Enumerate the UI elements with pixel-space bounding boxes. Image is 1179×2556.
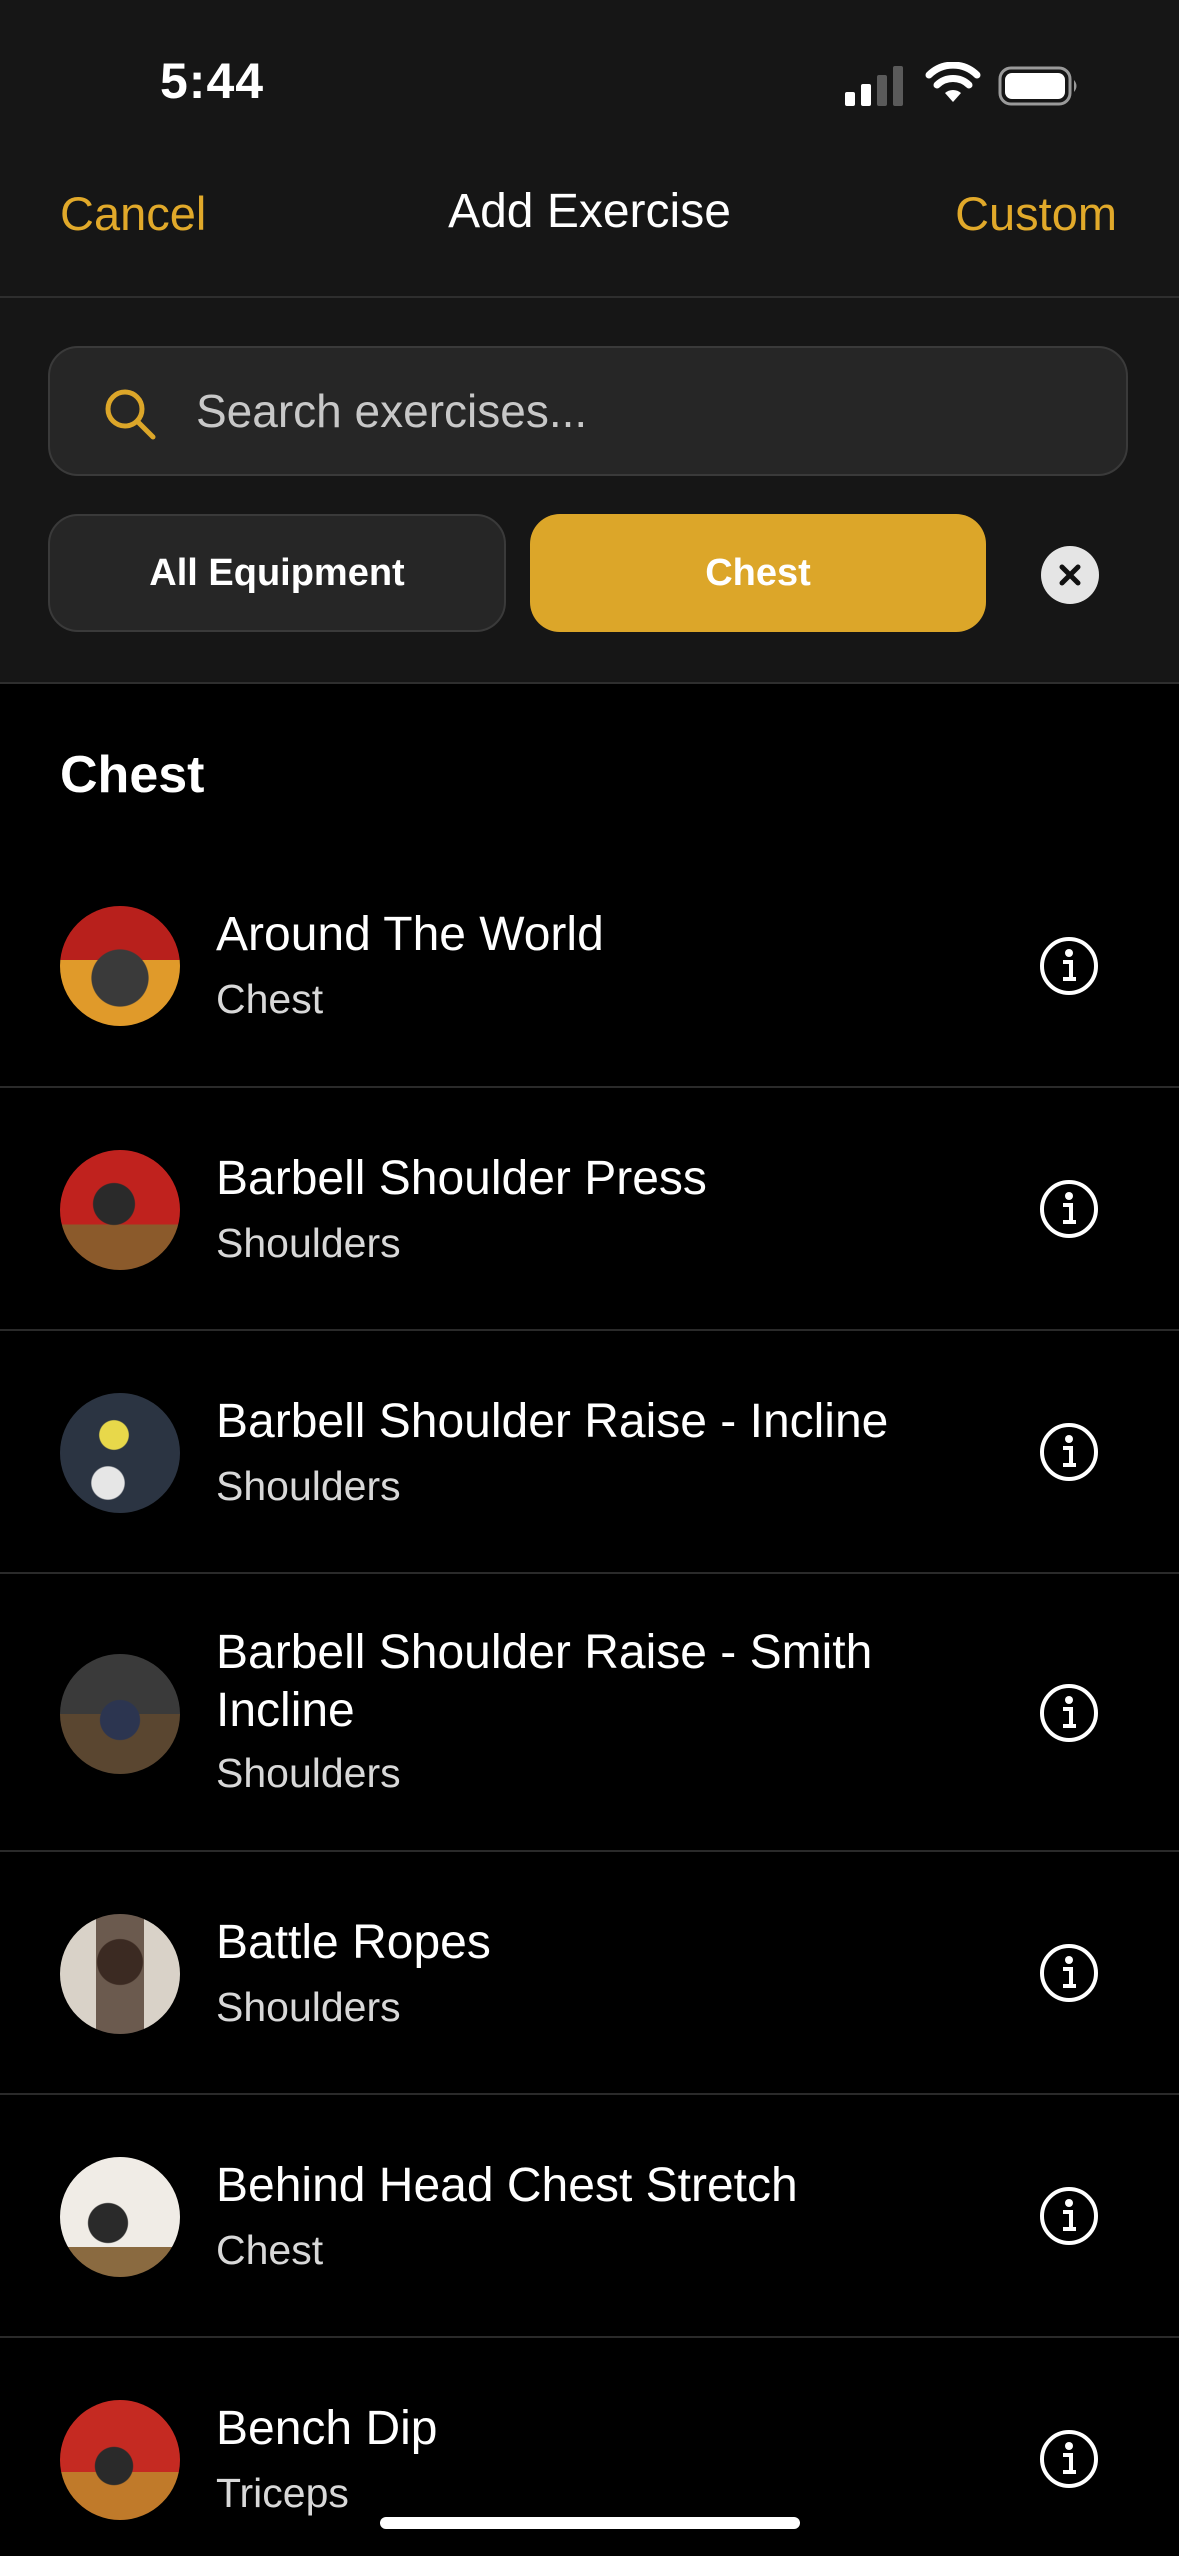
search-bar[interactable] [48,346,1128,476]
info-icon[interactable] [1038,935,1100,997]
section-header: Chest [60,746,205,804]
exercise-name: Bench Dip [216,2402,438,2455]
exercise-row[interactable]: Barbell Shoulder Raise - Smith Incline S… [0,1574,1179,1852]
info-icon[interactable] [1038,2185,1100,2247]
cellular-signal-icon [845,66,903,106]
exercise-thumbnail [60,1914,180,2034]
exercise-row[interactable]: Behind Head Chest Stretch Chest [0,2095,1179,2338]
exercise-name: Around The World [216,908,604,961]
muscle-filter-chip[interactable]: Chest [530,514,986,632]
exercise-muscle: Chest [216,976,324,1022]
custom-button[interactable]: Custom [955,186,1117,241]
info-icon[interactable] [1038,1421,1100,1483]
exercise-row[interactable]: Barbell Shoulder Raise - Incline Shoulde… [0,1331,1179,1574]
exercise-name: Barbell Shoulder Raise - Smith Incline [216,1626,873,1737]
exercise-row[interactable]: Battle Ropes Shoulders [0,1852,1179,2095]
exercise-row[interactable]: Around The World Chest [0,840,1179,1088]
wifi-icon [925,62,981,102]
filter-panel: All Equipment Chest [0,298,1179,684]
exercise-thumbnail [60,1654,180,1774]
exercise-thumbnail [60,1150,180,1270]
info-icon[interactable] [1038,1942,1100,2004]
exercise-thumbnail [60,2400,180,2520]
battery-icon [998,66,1077,106]
exercise-thumbnail [60,906,180,1026]
home-indicator[interactable] [380,2517,800,2529]
exercise-name: Barbell Shoulder Press [216,1152,707,1205]
exercise-thumbnail [60,2157,180,2277]
exercise-name: Barbell Shoulder Raise - Incline [216,1395,889,1448]
status-bar: 5:44 [0,0,1179,160]
search-input[interactable] [196,348,1076,474]
search-icon [105,389,156,440]
exercise-muscle: Chest [216,2227,324,2273]
exercise-muscle: Shoulders [216,1750,401,1796]
exercise-name: Battle Ropes [216,1916,491,1969]
clear-filter-button[interactable] [1041,546,1099,604]
equipment-filter-chip[interactable]: All Equipment [48,514,506,632]
info-icon[interactable] [1038,2428,1100,2490]
status-time: 5:44 [160,53,265,109]
exercise-name: Behind Head Chest Stretch [216,2159,798,2212]
exercise-muscle: Shoulders [216,1463,401,1509]
exercise-thumbnail [60,1393,180,1513]
exercise-muscle: Triceps [216,2470,349,2516]
close-icon [1059,564,1081,586]
exercise-muscle: Shoulders [216,1220,401,1266]
navigation-bar: Cancel Add Exercise Custom [0,160,1179,298]
exercise-muscle: Shoulders [216,1984,401,2030]
exercise-row[interactable]: Barbell Shoulder Press Shoulders [0,1088,1179,1331]
info-icon[interactable] [1038,1682,1100,1744]
info-icon[interactable] [1038,1178,1100,1240]
